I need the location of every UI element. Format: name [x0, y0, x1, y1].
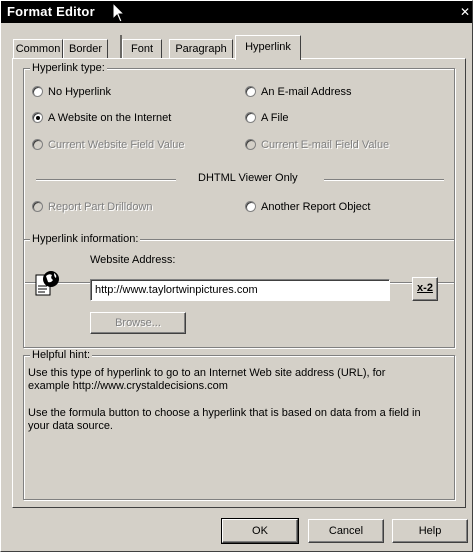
radio-no-hyperlink-indicator[interactable]: [32, 86, 43, 97]
hint-line-3: Use the formula button to choose a hyper…: [28, 407, 421, 419]
tab-hyperlink-label: Hyperlink: [245, 41, 291, 53]
format-editor-dialog: Format Editor ✕ Common Border Font Parag…: [0, 0, 473, 552]
globe-document-icon: [35, 271, 59, 296]
browse-button: Browse...: [90, 312, 186, 334]
help-button[interactable]: Help: [392, 519, 468, 543]
helpful-hint-label: Helpful hint:: [30, 349, 93, 361]
radio-website-field-indicator: [32, 139, 43, 150]
tab-paragraph-label: Paragraph: [175, 43, 227, 55]
hint-line-4: your data source.: [28, 420, 113, 432]
radio-another-report[interactable]: Another Report Object: [245, 200, 370, 214]
hint-line-1: Use this type of hyperlink to go to an I…: [28, 367, 386, 379]
tab-font-label: Font: [130, 43, 153, 55]
formula-icon: x-2: [417, 282, 433, 294]
radio-email-label: An E-mail Address: [261, 86, 352, 98]
cancel-button-label: Cancel: [328, 525, 364, 537]
browse-button-label: Browse...: [115, 317, 161, 329]
hyperlink-type-label: Hyperlink type:: [30, 62, 107, 74]
website-address-value: http://www.taylortwinpictures.com: [95, 284, 258, 296]
radio-another-report-indicator[interactable]: [245, 201, 256, 212]
radio-website-field-label: Current Website Field Value: [48, 139, 185, 151]
radio-no-hyperlink-label: No Hyperlink: [48, 86, 111, 98]
radio-another-report-label: Another Report Object: [261, 201, 371, 213]
mouse-cursor-icon: [112, 2, 126, 23]
tab-common[interactable]: Common: [13, 39, 63, 59]
radio-file[interactable]: A File: [245, 111, 289, 125]
ok-button[interactable]: OK: [221, 518, 299, 544]
tab-common-label: Common: [15, 43, 61, 55]
close-icon[interactable]: ✕: [460, 5, 470, 19]
radio-file-indicator[interactable]: [245, 112, 256, 123]
radio-email[interactable]: An E-mail Address: [245, 85, 351, 99]
hyperlink-info-group: Hyperlink information: Website Address: …: [23, 233, 455, 348]
tab-divider: [120, 35, 122, 59]
website-address-label: Website Address:: [90, 254, 176, 266]
hint-line-2: example http://www.crystaldecisions.com: [28, 380, 228, 392]
dhtml-separator-left: [36, 179, 176, 181]
radio-report-part-indicator: [32, 201, 43, 212]
radio-report-part: Report Part Drilldown: [32, 200, 153, 214]
website-address-input[interactable]: http://www.taylortwinpictures.com: [90, 279, 390, 301]
formula-button[interactable]: x-2: [412, 277, 438, 301]
radio-website-field: Current Website Field Value: [32, 138, 185, 152]
tab-border[interactable]: Border: [63, 39, 108, 59]
hyperlink-info-label: Hyperlink information:: [30, 233, 141, 245]
radio-website-indicator[interactable]: [32, 112, 43, 123]
helpful-hint-group: Helpful hint: Use this type of hyperlink…: [23, 349, 455, 500]
help-button-label: Help: [418, 525, 442, 537]
radio-file-label: A File: [261, 112, 289, 124]
radio-no-hyperlink[interactable]: No Hyperlink: [32, 85, 111, 99]
window-title: Format Editor: [7, 4, 95, 19]
tab-paragraph[interactable]: Paragraph: [169, 39, 233, 59]
hyperlink-tab-panel: Hyperlink type: No Hyperlink A Website o…: [12, 58, 466, 508]
tab-hyperlink[interactable]: Hyperlink: [235, 35, 301, 60]
tab-font[interactable]: Font: [122, 39, 162, 59]
radio-website-label: A Website on the Internet: [48, 112, 172, 124]
tab-border-label: Border: [68, 43, 103, 55]
radio-website[interactable]: A Website on the Internet: [32, 111, 171, 125]
radio-report-part-label: Report Part Drilldown: [48, 201, 153, 213]
radio-email-field: Current E-mail Field Value: [245, 138, 389, 152]
radio-email-indicator[interactable]: [245, 86, 256, 97]
radio-email-field-label: Current E-mail Field Value: [261, 139, 390, 151]
cancel-button[interactable]: Cancel: [308, 519, 384, 543]
ok-button-label: OK: [252, 525, 268, 537]
dhtml-separator-right: [324, 179, 444, 181]
title-bar[interactable]: Format Editor ✕: [1, 1, 472, 23]
dhtml-viewer-label: DHTML Viewer Only: [198, 172, 298, 184]
radio-email-field-indicator: [245, 139, 256, 150]
